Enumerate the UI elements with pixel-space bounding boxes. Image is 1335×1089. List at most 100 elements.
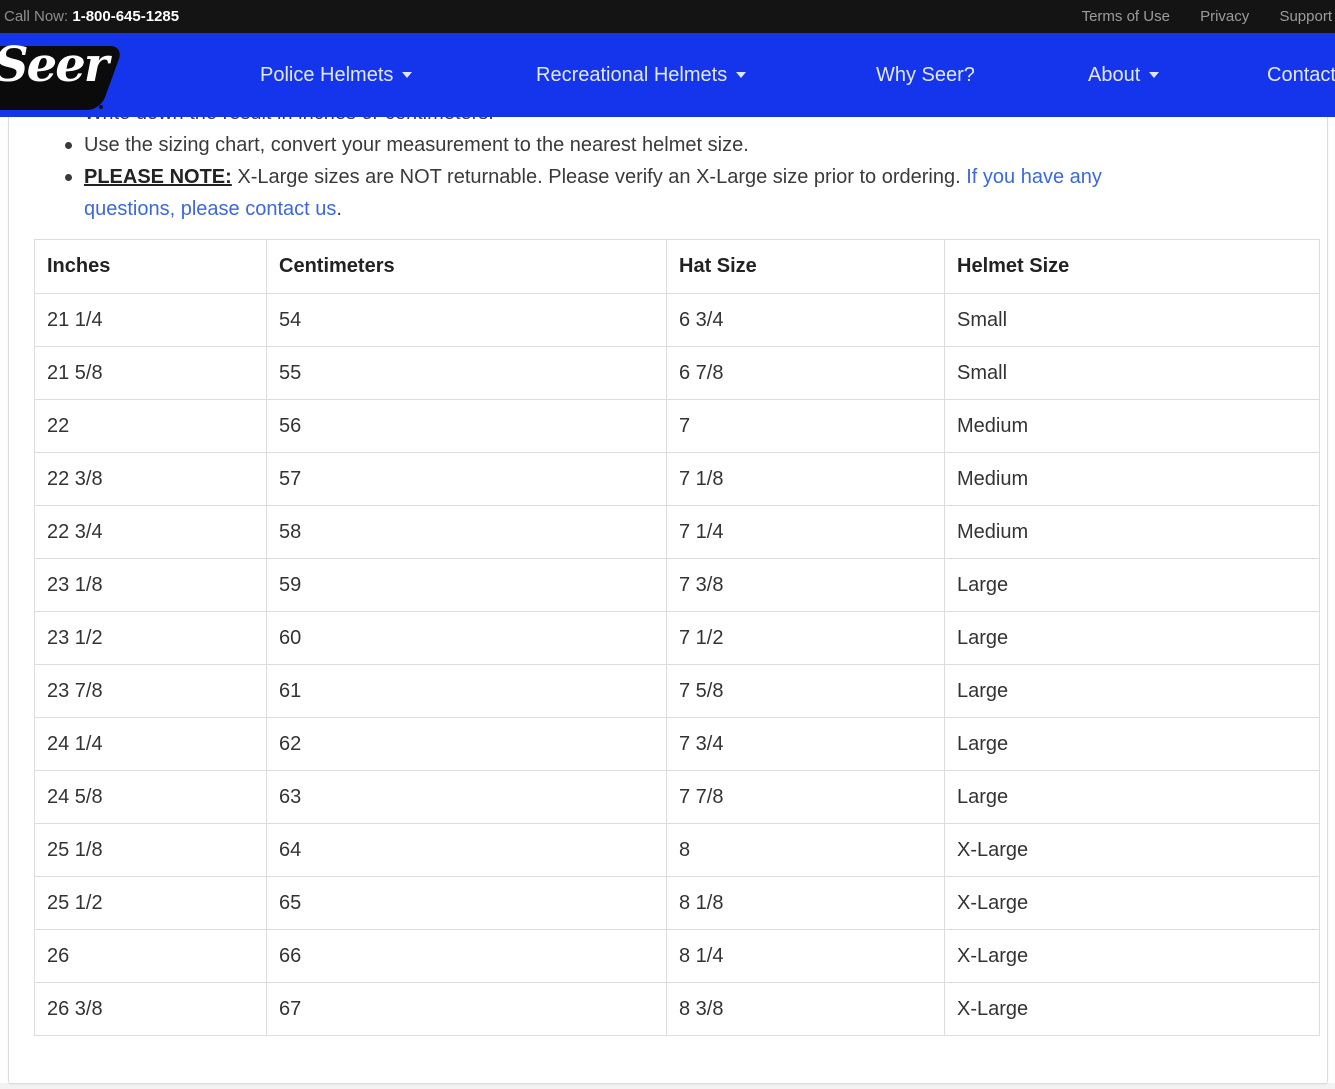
table-row: 23 1/2607 1/2Large bbox=[35, 612, 1320, 665]
table-row: 24 1/4627 3/4Large bbox=[35, 718, 1320, 771]
nav-why-seer[interactable]: Why Seer? bbox=[876, 33, 975, 117]
nav-label: About bbox=[1088, 64, 1140, 87]
column-header-hat-size: Hat Size bbox=[667, 240, 945, 294]
table-cell: Small bbox=[945, 347, 1320, 400]
sizing-chart-table: Inches Centimeters Hat Size Helmet Size … bbox=[34, 239, 1320, 1036]
table-cell: 23 1/8 bbox=[35, 559, 267, 612]
table-cell: 7 5/8 bbox=[667, 665, 945, 718]
table-header-row: Inches Centimeters Hat Size Helmet Size bbox=[35, 240, 1320, 294]
table-cell: 23 7/8 bbox=[35, 665, 267, 718]
list-item: Use the sizing chart, convert your measu… bbox=[9, 129, 1309, 161]
table-cell: 7 1/2 bbox=[667, 612, 945, 665]
table-cell: 55 bbox=[267, 347, 667, 400]
table-cell: 7 bbox=[667, 400, 945, 453]
contact-us-link-line2: questions, please contact us bbox=[84, 198, 336, 220]
table-row: 26 3/8678 3/8X-Large bbox=[35, 983, 1320, 1036]
phone-number: 1-800-645-1285 bbox=[72, 8, 179, 25]
table-cell: 64 bbox=[267, 824, 667, 877]
table-row: 22567Medium bbox=[35, 400, 1320, 453]
table-cell: X-Large bbox=[945, 983, 1320, 1036]
call-now-label: Call Now: bbox=[4, 8, 68, 25]
list-item: PLEASE NOTE: X-Large sizes are NOT retur… bbox=[9, 161, 1309, 225]
content-panel: Write down the result in inches or centi… bbox=[8, 0, 1328, 1084]
nav-police-helmets[interactable]: Police Helmets bbox=[260, 33, 412, 117]
table-row: 23 1/8597 3/8Large bbox=[35, 559, 1320, 612]
table-cell: 56 bbox=[267, 400, 667, 453]
table-cell: 22 3/8 bbox=[35, 453, 267, 506]
nav-label: Contact bbox=[1267, 64, 1335, 87]
table-cell: 25 1/8 bbox=[35, 824, 267, 877]
table-cell: 65 bbox=[267, 877, 667, 930]
table-cell: Large bbox=[945, 718, 1320, 771]
nav-recreational-helmets[interactable]: Recreational Helmets bbox=[536, 33, 746, 117]
table-cell: Large bbox=[945, 559, 1320, 612]
terms-of-use-link[interactable]: Terms of Use bbox=[1082, 8, 1170, 25]
table-cell: 22 bbox=[35, 400, 267, 453]
table-row: 21 5/8556 7/8Small bbox=[35, 347, 1320, 400]
nav-about[interactable]: About bbox=[1088, 33, 1159, 117]
nav-label: Police Helmets bbox=[260, 64, 393, 87]
table-row: 25 1/8648X-Large bbox=[35, 824, 1320, 877]
table-cell: 7 7/8 bbox=[667, 771, 945, 824]
table-cell: 61 bbox=[267, 665, 667, 718]
table-cell: 58 bbox=[267, 506, 667, 559]
table-cell: 67 bbox=[267, 983, 667, 1036]
table-cell: 6 7/8 bbox=[667, 347, 945, 400]
call-now: Call Now: 1-800-645-1285 bbox=[4, 0, 179, 33]
table-row: 24 5/8637 7/8Large bbox=[35, 771, 1320, 824]
table-cell: X-Large bbox=[945, 824, 1320, 877]
table-cell: 22 3/4 bbox=[35, 506, 267, 559]
table-cell: X-Large bbox=[945, 877, 1320, 930]
table-cell: X-Large bbox=[945, 930, 1320, 983]
table-cell: 66 bbox=[267, 930, 667, 983]
chevron-down-icon bbox=[736, 72, 746, 78]
size-table-body: 21 1/4546 3/4Small21 5/8556 7/8Small2256… bbox=[35, 294, 1320, 1036]
column-header-helmet-size: Helmet Size bbox=[945, 240, 1320, 294]
table-cell: 21 5/8 bbox=[35, 347, 267, 400]
table-cell: 54 bbox=[267, 294, 667, 347]
table-cell: 7 1/4 bbox=[667, 506, 945, 559]
nav-label: Why Seer? bbox=[876, 64, 975, 87]
table-cell: Large bbox=[945, 665, 1320, 718]
table-cell: 59 bbox=[267, 559, 667, 612]
brand-logo-text[interactable]: Seer bbox=[0, 37, 107, 93]
table-cell: Large bbox=[945, 612, 1320, 665]
support-link[interactable]: Support bbox=[1279, 8, 1332, 25]
table-cell: Medium bbox=[945, 400, 1320, 453]
table-cell: Small bbox=[945, 294, 1320, 347]
table-cell: Medium bbox=[945, 506, 1320, 559]
chevron-down-icon bbox=[402, 72, 412, 78]
table-cell: 24 5/8 bbox=[35, 771, 267, 824]
contact-us-link-line1: If you have any bbox=[966, 166, 1102, 188]
table-cell: 8 3/8 bbox=[667, 983, 945, 1036]
note-period: . bbox=[336, 198, 342, 220]
table-cell: 21 1/4 bbox=[35, 294, 267, 347]
note-text: X-Large sizes are NOT returnable. Please… bbox=[232, 166, 966, 188]
table-row: 25 1/2658 1/8X-Large bbox=[35, 877, 1320, 930]
table-cell: 62 bbox=[267, 718, 667, 771]
table-cell: 63 bbox=[267, 771, 667, 824]
table-cell: 60 bbox=[267, 612, 667, 665]
table-row: 21 1/4546 3/4Small bbox=[35, 294, 1320, 347]
table-cell: 26 3/8 bbox=[35, 983, 267, 1036]
table-cell: 23 1/2 bbox=[35, 612, 267, 665]
main-navbar: Seer Police Helmets Recreational Helmets… bbox=[0, 33, 1335, 117]
nav-label: Recreational Helmets bbox=[536, 64, 727, 87]
top-links: Terms of Use Privacy Support bbox=[1056, 0, 1332, 33]
nav-contact[interactable]: Contact bbox=[1267, 33, 1335, 117]
table-cell: 6 3/4 bbox=[667, 294, 945, 347]
column-header-centimeters: Centimeters bbox=[267, 240, 667, 294]
please-note-label: PLEASE NOTE: bbox=[84, 166, 232, 188]
chevron-down-icon bbox=[1149, 72, 1159, 78]
privacy-link[interactable]: Privacy bbox=[1200, 8, 1249, 25]
table-cell: 8 bbox=[667, 824, 945, 877]
table-cell: 57 bbox=[267, 453, 667, 506]
table-cell: 7 1/8 bbox=[667, 453, 945, 506]
table-cell: 8 1/8 bbox=[667, 877, 945, 930]
table-row: 23 7/8617 5/8Large bbox=[35, 665, 1320, 718]
table-cell: 25 1/2 bbox=[35, 877, 267, 930]
table-cell: 24 1/4 bbox=[35, 718, 267, 771]
table-cell: 7 3/8 bbox=[667, 559, 945, 612]
instruction-text: Use the sizing chart, convert your measu… bbox=[84, 134, 749, 156]
page: Write down the result in inches or centi… bbox=[0, 0, 1335, 1089]
